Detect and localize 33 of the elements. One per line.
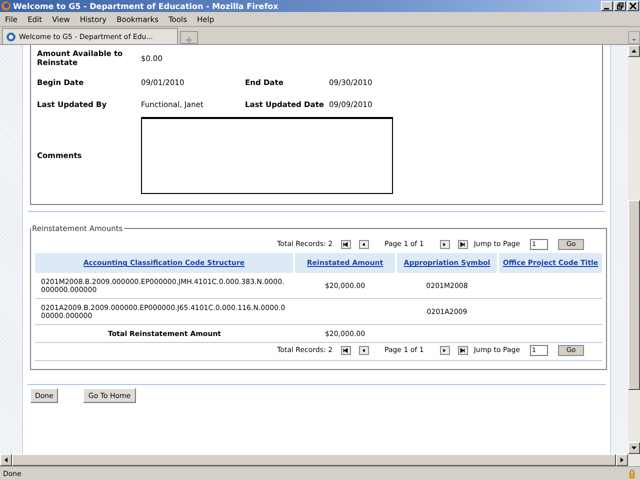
close-button[interactable]: [627, 1, 639, 11]
comments-field[interactable]: [141, 117, 393, 194]
last-page-button[interactable]: [458, 346, 468, 354]
last-page-button[interactable]: [458, 240, 468, 248]
lock-icon: [627, 468, 637, 478]
window-title: Welcome to G5 - Department of Education - Mozilla Firefox: [13, 2, 280, 10]
globe-icon: [6, 32, 16, 42]
previous-page-button[interactable]: [358, 346, 369, 354]
previous-icon: [360, 346, 368, 354]
last-page-icon: [459, 240, 466, 248]
next-page-button[interactable]: [440, 346, 450, 354]
left-arrow-icon: [2, 456, 10, 464]
restore-icon: [616, 2, 624, 10]
up-arrow-icon: [630, 47, 638, 55]
next-page-button[interactable]: [440, 240, 450, 248]
previous-page-button[interactable]: [358, 240, 369, 248]
minimize-button[interactable]: [601, 1, 613, 11]
next-icon: [441, 346, 448, 354]
first-page-button[interactable]: [340, 240, 351, 248]
horizontal-scrollbar[interactable]: [0, 454, 640, 466]
last-page-icon: [459, 346, 466, 354]
right-arrow-icon: [618, 456, 626, 464]
first-page-icon: [342, 240, 350, 248]
next-icon: [441, 240, 448, 248]
first-page-icon: [342, 346, 350, 354]
down-arrow-icon: [630, 444, 638, 452]
vertical-scrollbar[interactable]: [628, 45, 640, 454]
previous-icon: [360, 240, 368, 248]
plus-icon: [185, 36, 193, 44]
close-icon: [629, 2, 637, 10]
first-page-button[interactable]: [340, 346, 351, 354]
globe-icon: [1, 1, 11, 11]
restore-button[interactable]: [614, 1, 626, 11]
